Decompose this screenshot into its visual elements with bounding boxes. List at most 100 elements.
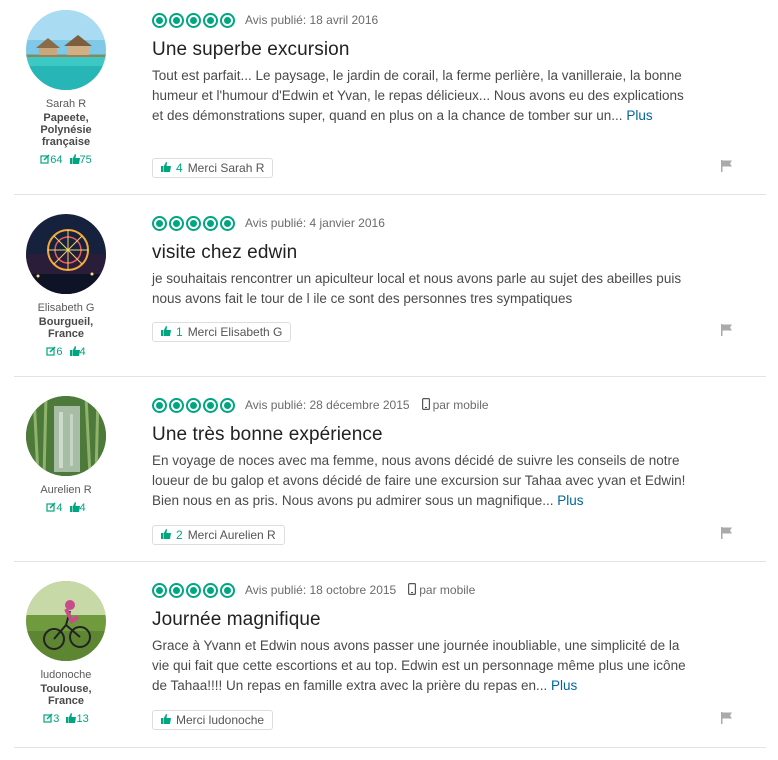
thanks-count: 2 [176, 528, 183, 542]
review-count-icon [43, 713, 53, 726]
rating-bubble-icon [152, 582, 167, 598]
avatar[interactable] [26, 214, 106, 294]
review-count: 64 [50, 154, 63, 166]
review-text: En voyage de noces avec ma femme, nous a… [152, 451, 692, 511]
rating-bubble-icon [152, 215, 167, 231]
rating-bubble-icon [169, 215, 184, 231]
rating-bubble-icon [169, 397, 184, 413]
member-name[interactable]: Sarah R [14, 98, 118, 110]
rating-bubble-icon [203, 582, 218, 598]
rating-row: Avis publié: 28 décembre 2015 par mobile [152, 395, 712, 415]
thanks-count: 4 [176, 161, 183, 175]
helpful-count: 13 [76, 713, 89, 725]
review-text-content: je souhaitais rencontrer un apiculteur l… [152, 271, 682, 306]
rating-bubble-icon [220, 397, 235, 413]
rating-bubble-icon [152, 12, 167, 28]
rating-bubble-icon [220, 582, 235, 598]
review-count-icon [46, 502, 56, 515]
member-name[interactable]: Aurelien R [14, 484, 118, 496]
thanks-button[interactable]: 1 Merci Elisabeth G [152, 322, 292, 342]
member-location: Bourgueil, France [38, 316, 94, 340]
review-text-content: Tout est parfait... Le paysage, le jardi… [152, 68, 684, 123]
review-text-content: Grace à Yvann et Edwin nous avons passer… [152, 638, 686, 693]
thanks-label: Merci Aurelien R [187, 528, 276, 542]
report-flag-icon[interactable] [720, 711, 734, 725]
rating-bubble-icon [169, 582, 184, 598]
thanks-label: Merci ludonoche [176, 713, 265, 727]
thanks-button[interactable]: 4 Merci Sarah R [152, 158, 274, 178]
thumbs-up-icon [161, 528, 171, 542]
rating-bubble-icon [186, 397, 201, 413]
helpful-count: 4 [79, 346, 86, 358]
helpful-count: 75 [79, 154, 92, 166]
read-more-link[interactable]: Plus [626, 108, 652, 123]
mobile-phone-icon [421, 397, 430, 413]
member-name[interactable]: Elisabeth G [14, 302, 118, 314]
read-more-link[interactable]: Plus [557, 493, 583, 508]
mobile-phone-icon [408, 582, 417, 598]
review-card: Sarah R Papeete, Polynésie française 64 … [14, 0, 766, 195]
review-title[interactable]: Une superbe excursion [152, 38, 712, 62]
member-location: Toulouse, France [40, 683, 92, 707]
thanks-label: Merci Elisabeth G [187, 325, 283, 339]
avatar[interactable] [26, 396, 106, 476]
rating-bubble-icon [186, 582, 201, 598]
rating-bubble-icon [169, 12, 184, 28]
avatar[interactable] [26, 10, 106, 90]
helpful-votes-icon [66, 713, 77, 726]
rating-bubble-icon [186, 215, 201, 231]
read-more-link[interactable]: Plus [551, 678, 577, 693]
thanks-count: 1 [176, 325, 183, 339]
rating-bubble-icon [220, 12, 235, 28]
mobile-indicator: par mobile [421, 397, 489, 413]
review-count: 3 [53, 713, 60, 725]
review-content: Avis publié: 4 janvier 2016 visite chez … [152, 213, 712, 309]
review-count: 4 [56, 502, 63, 514]
rating-bubble-icon [203, 215, 218, 231]
member-counts: 3 13 [14, 713, 118, 726]
thanks-button[interactable]: Merci ludonoche [152, 710, 274, 730]
member-location: Papeete, Polynésie française [40, 112, 92, 148]
rating-bubbles [152, 397, 235, 413]
review-title[interactable]: visite chez edwin [152, 241, 712, 265]
thanks-button[interactable]: 2 Merci Aurelien R [152, 525, 285, 545]
rating-row: Avis publié: 18 octobre 2015 par mobile [152, 580, 712, 600]
report-flag-icon[interactable] [720, 159, 734, 173]
publish-date: Avis publié: 28 décembre 2015 [245, 398, 410, 412]
helpful-count: 4 [79, 502, 86, 514]
thumbs-up-icon [161, 325, 171, 339]
publish-date: Avis publié: 18 avril 2016 [245, 13, 379, 27]
thanks-label: Merci Sarah R [187, 161, 265, 175]
rating-bubble-icon [220, 215, 235, 231]
report-flag-icon[interactable] [720, 526, 734, 540]
review-text-content: En voyage de noces avec ma femme, nous a… [152, 453, 686, 508]
review-card: ludonoche Toulouse, France 3 13 Avis pub… [14, 562, 766, 748]
rating-bubbles [152, 582, 235, 598]
rating-bubble-icon [152, 397, 167, 413]
rating-row: Avis publié: 18 avril 2016 [152, 10, 712, 30]
rating-bubbles [152, 215, 235, 231]
mobile-label: par mobile [419, 583, 476, 597]
review-content: Avis publié: 18 avril 2016 Une superbe e… [152, 10, 712, 126]
review-count-icon [40, 154, 50, 167]
rating-bubble-icon [203, 12, 218, 28]
review-count: 6 [56, 346, 63, 358]
member-counts: 4 4 [14, 502, 118, 515]
rating-bubbles [152, 12, 235, 28]
helpful-votes-icon [69, 502, 80, 515]
report-flag-icon[interactable] [720, 323, 734, 337]
thumbs-up-icon [161, 161, 171, 175]
review-title[interactable]: Une très bonne expérience [152, 423, 712, 447]
review-text: Grace à Yvann et Edwin nous avons passer… [152, 636, 692, 696]
member-name[interactable]: ludonoche [14, 669, 118, 681]
publish-date: Avis publié: 18 octobre 2015 [245, 583, 397, 597]
thumbs-up-icon [161, 713, 171, 727]
review-text: je souhaitais rencontrer un apiculteur l… [152, 269, 692, 309]
member-counts: 64 75 [14, 154, 118, 167]
review-title[interactable]: Journée magnifique [152, 608, 712, 632]
review-content: Avis publié: 28 décembre 2015 par mobile… [152, 395, 712, 511]
review-card: Elisabeth G Bourgueil, France 6 4 Avis p… [14, 195, 766, 377]
publish-date: Avis publié: 4 janvier 2016 [245, 216, 385, 230]
rating-bubble-icon [186, 12, 201, 28]
avatar[interactable] [26, 581, 106, 661]
